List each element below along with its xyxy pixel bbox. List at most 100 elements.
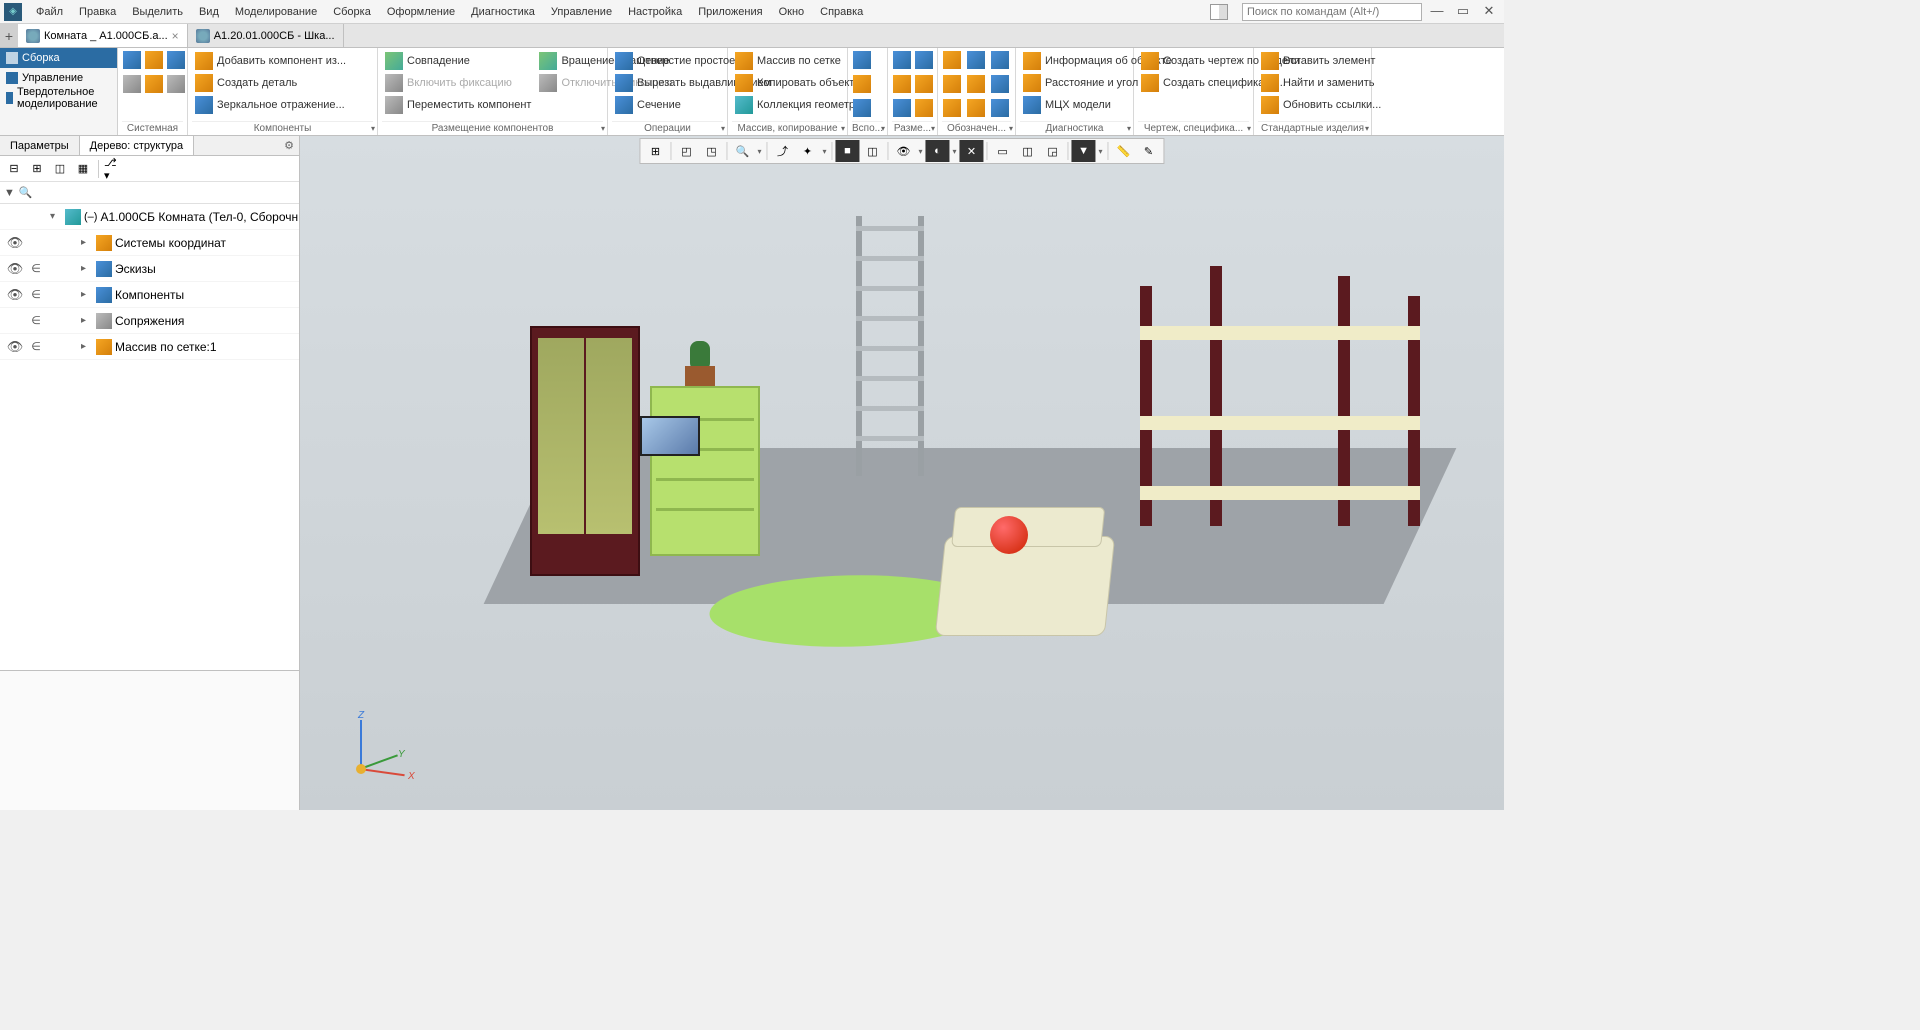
vp-grid-icon[interactable]: ⊞ bbox=[643, 140, 667, 162]
grid-array-button[interactable]: Массив по сетке bbox=[732, 50, 844, 72]
layout-toggle-icon[interactable] bbox=[1210, 4, 1228, 20]
vp-tile-icon[interactable]: ◫ bbox=[1016, 140, 1040, 162]
menu-Управление[interactable]: Управление bbox=[543, 0, 620, 24]
visibility-toggle-icon[interactable]: 👁 bbox=[6, 235, 24, 251]
include-toggle-icon[interactable]: ∈ bbox=[27, 262, 45, 275]
ribbon-tab[interactable]: Управление bbox=[0, 68, 117, 88]
tab-close-icon[interactable]: × bbox=[172, 29, 179, 43]
vp-plane1-icon[interactable]: ◰ bbox=[674, 140, 698, 162]
section-button[interactable]: Сечение bbox=[612, 94, 684, 116]
expand-icon[interactable]: ▸ bbox=[81, 341, 93, 352]
panel-tab-params[interactable]: Параметры bbox=[0, 136, 80, 155]
tree-root[interactable]: ▾ (–) А1.000СБ Комната (Тел-0, Сборочн bbox=[0, 204, 299, 230]
distance-angle-button[interactable]: Расстояние и угол bbox=[1020, 72, 1141, 94]
vp-visibility-icon[interactable]: 👁 bbox=[891, 140, 915, 162]
mirror-button[interactable]: Зеркальное отражение... bbox=[192, 94, 348, 116]
vp-orient-icon[interactable]: ⤴ bbox=[770, 140, 794, 162]
vp-shade-solid-icon[interactable]: ■ bbox=[835, 140, 859, 162]
menu-Файл[interactable]: Файл bbox=[28, 0, 71, 24]
move-component-button[interactable]: Переместить компонент bbox=[382, 94, 534, 116]
minimize-button[interactable]: — bbox=[1426, 3, 1448, 21]
vp-measure-icon[interactable]: 📏 bbox=[1112, 140, 1136, 162]
vp-window-icon[interactable]: ▭ bbox=[991, 140, 1015, 162]
note-icon-6[interactable] bbox=[990, 74, 1010, 94]
menu-Сборка[interactable]: Сборка bbox=[325, 0, 379, 24]
vp-zoom-icon[interactable]: 🔍 bbox=[730, 140, 754, 162]
vp-shade-wire-icon[interactable]: ◫ bbox=[860, 140, 884, 162]
menu-Правка[interactable]: Правка bbox=[71, 0, 124, 24]
tree-node[interactable]: 👁∈▸Компоненты bbox=[0, 282, 299, 308]
undo-icon[interactable] bbox=[144, 74, 164, 94]
dim-icon-6[interactable] bbox=[914, 98, 934, 118]
close-button[interactable]: ✕ bbox=[1478, 3, 1500, 21]
tree-node[interactable]: 👁▸Системы координат bbox=[0, 230, 299, 256]
panel-settings-icon[interactable]: ⚙ bbox=[279, 136, 299, 155]
tree-node[interactable]: 👁∈▸Эскизы bbox=[0, 256, 299, 282]
note-icon-1[interactable] bbox=[942, 50, 962, 70]
new-file-icon[interactable] bbox=[122, 50, 142, 70]
document-tab[interactable]: А1.20.01.000СБ - Шка... bbox=[188, 24, 344, 47]
command-search-input[interactable] bbox=[1242, 3, 1422, 21]
vp-plane2-icon[interactable]: ◳ bbox=[699, 140, 723, 162]
aux-icon-2[interactable] bbox=[852, 74, 872, 94]
find-replace-button[interactable]: Найти и заменить bbox=[1258, 72, 1377, 94]
tree-view-icon[interactable]: ◫ bbox=[50, 159, 70, 179]
menu-Справка[interactable]: Справка bbox=[812, 0, 871, 24]
vp-axes-icon[interactable]: ✦ bbox=[795, 140, 819, 162]
note-icon-9[interactable] bbox=[990, 98, 1010, 118]
menu-Оформление[interactable]: Оформление bbox=[379, 0, 463, 24]
tree-node[interactable]: 👁∈▸Массив по сетке:1 bbox=[0, 334, 299, 360]
vp-filter-icon[interactable]: ▼ bbox=[1072, 140, 1096, 162]
include-toggle-icon[interactable]: ∈ bbox=[27, 314, 45, 327]
copy-objects-button[interactable]: Копировать объекты bbox=[732, 72, 865, 94]
note-icon-8[interactable] bbox=[966, 98, 986, 118]
menu-Настройка[interactable]: Настройка bbox=[620, 0, 690, 24]
expand-icon[interactable]: ▸ bbox=[81, 237, 93, 248]
include-toggle-icon[interactable]: ∈ bbox=[27, 288, 45, 301]
visibility-toggle-icon[interactable]: 👁 bbox=[6, 287, 24, 303]
insert-element-button[interactable]: Вставить элемент bbox=[1258, 50, 1378, 72]
vp-section-icon[interactable]: ◐ bbox=[926, 140, 950, 162]
dim-icon-2[interactable] bbox=[914, 50, 934, 70]
save-icon[interactable] bbox=[166, 50, 186, 70]
create-part-button[interactable]: Создать деталь bbox=[192, 72, 300, 94]
menu-Окно[interactable]: Окно bbox=[771, 0, 813, 24]
coincidence-button[interactable]: Совпадение bbox=[382, 50, 534, 72]
maximize-button[interactable]: ▭ bbox=[1452, 3, 1474, 21]
search-icon[interactable]: 🔍 bbox=[19, 186, 33, 199]
expand-icon[interactable]: ▸ bbox=[81, 315, 93, 326]
document-tab[interactable]: Комната _ А1.000СБ.а...× bbox=[18, 24, 188, 47]
vp-hlr-icon[interactable]: ✕ bbox=[960, 140, 984, 162]
tree-filter-input[interactable] bbox=[37, 187, 295, 199]
menu-Диагностика[interactable]: Диагностика bbox=[463, 0, 543, 24]
tree-node[interactable]: ∈▸Сопряжения bbox=[0, 308, 299, 334]
viewport-3d[interactable]: ⊞ ◰ ◳ 🔍▾ ⤴ ✦▾ ■ ◫ 👁▾ ◐▾ ✕ ▭ ◫ ◲ ▼▾ 📏 ✎ bbox=[300, 136, 1504, 810]
aux-icon-1[interactable] bbox=[852, 50, 872, 70]
vp-picker-icon[interactable]: ✎ bbox=[1137, 140, 1161, 162]
dim-icon-4[interactable] bbox=[914, 74, 934, 94]
tree-mode-icon[interactable]: ⎇ ▾ bbox=[104, 159, 124, 179]
dim-icon-3[interactable] bbox=[892, 74, 912, 94]
include-toggle-icon[interactable]: ∈ bbox=[27, 340, 45, 353]
menu-Моделирование[interactable]: Моделирование bbox=[227, 0, 325, 24]
dim-icon-1[interactable] bbox=[892, 50, 912, 70]
menu-Выделить[interactable]: Выделить bbox=[124, 0, 191, 24]
add-component-button[interactable]: Добавить компонент из... bbox=[192, 50, 349, 72]
tree-grid-icon[interactable]: ▦ bbox=[73, 159, 93, 179]
open-file-icon[interactable] bbox=[144, 50, 164, 70]
filter-icon[interactable]: ▼ bbox=[4, 187, 15, 199]
enable-fix-button[interactable]: Включить фиксацию bbox=[382, 72, 534, 94]
vp-perspective-icon[interactable]: ◲ bbox=[1041, 140, 1065, 162]
visibility-toggle-icon[interactable]: 👁 bbox=[6, 261, 24, 277]
aux-icon-3[interactable] bbox=[852, 98, 872, 118]
redo-icon[interactable] bbox=[166, 74, 186, 94]
expand-icon[interactable]: ▸ bbox=[81, 263, 93, 274]
tree-collapse-icon[interactable]: ⊟ bbox=[4, 159, 24, 179]
mass-props-button[interactable]: МЦХ модели bbox=[1020, 94, 1114, 116]
print-icon[interactable] bbox=[122, 74, 142, 94]
note-icon-2[interactable] bbox=[966, 50, 986, 70]
expand-icon[interactable]: ▸ bbox=[81, 289, 93, 300]
note-icon-5[interactable] bbox=[966, 74, 986, 94]
note-icon-4[interactable] bbox=[942, 74, 962, 94]
note-icon-3[interactable] bbox=[990, 50, 1010, 70]
